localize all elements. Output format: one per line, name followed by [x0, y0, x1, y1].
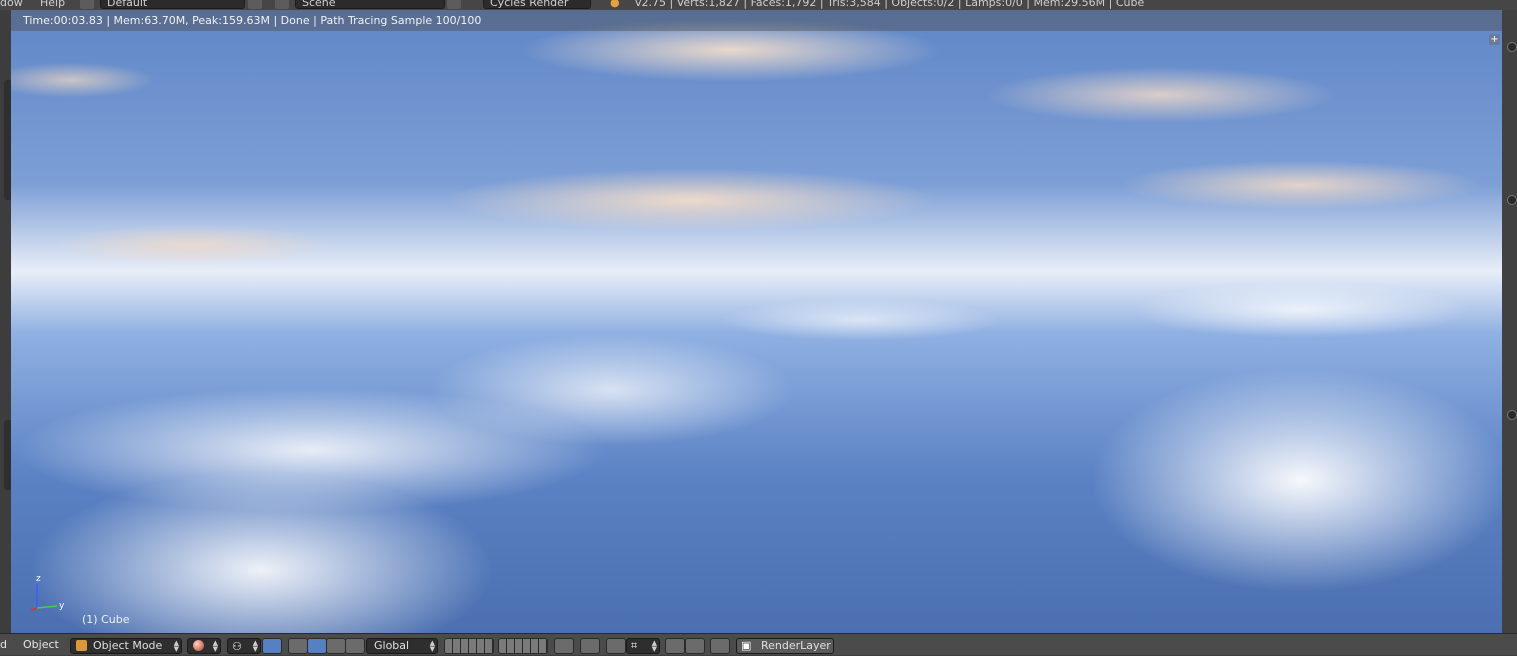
menu-add[interactable]: d: [0, 634, 7, 656]
axis-y-label: y: [59, 601, 65, 611]
axis-z-label: z: [36, 574, 41, 584]
snap-grid-icon: ⌗: [631, 639, 638, 652]
mode-label: Object Mode: [93, 639, 163, 652]
mode-dropdown[interactable]: Object Mode ▲ ▼: [70, 638, 182, 654]
transform-orientation-dropdown[interactable]: Global ▲ ▼: [366, 638, 438, 654]
render-layer-icon: ▣: [741, 639, 752, 652]
menu-help[interactable]: Help: [40, 0, 65, 10]
snap-element-dropdown[interactable]: ⌗ ▲ ▼: [626, 638, 660, 654]
render-engine-dropdown[interactable]: Cycles Render: [483, 0, 591, 9]
screen-layout-field[interactable]: Default: [100, 0, 245, 9]
updown-arrows-icon: ▲ ▼: [212, 639, 218, 653]
info-header: dow Help Default Scene Cycles Render ● v…: [0, 0, 1517, 10]
blender-logo-icon: ●: [610, 0, 620, 9]
render-still-icon[interactable]: [665, 638, 685, 654]
3d-view-header: d Object Object Mode ▲ ▼ ▲ ▼ ⚇ ▲ ▼ Global ▲…: [0, 633, 1517, 655]
scene-icon[interactable]: [275, 0, 289, 9]
updown-arrows-icon: ▲ ▼: [651, 639, 657, 653]
menu-object[interactable]: Object: [23, 634, 59, 656]
render-stats-overlay: Time:00:03.83 | Mem:63.70M, Peak:159.63M…: [11, 10, 1502, 31]
layer-buttons-group-2[interactable]: [498, 638, 548, 654]
x-axis-line: [31, 607, 38, 611]
shading-sphere-icon: [193, 640, 204, 651]
region-handle-icon[interactable]: [1507, 195, 1517, 205]
viewport-shading-dropdown[interactable]: ▲ ▼: [187, 638, 221, 654]
axis-gizmo-icon: z y: [31, 574, 65, 611]
rotate-manipulator-icon[interactable]: [307, 638, 327, 654]
screen-layout-icon[interactable]: [80, 0, 94, 9]
orientation-icon[interactable]: [345, 638, 365, 654]
toolshelf-tab-lower[interactable]: [4, 420, 11, 490]
translate-manipulator-icon[interactable]: [288, 638, 308, 654]
toolshelf-tab[interactable]: [4, 80, 11, 200]
updown-arrows-icon: ▲ ▼: [252, 639, 258, 653]
menu-window[interactable]: dow: [0, 0, 23, 10]
lock-layers-icon[interactable]: [554, 638, 574, 654]
pivot-icon: ⚇: [232, 640, 242, 653]
active-object-label: (1) Cube: [82, 613, 130, 626]
close-scene-icon[interactable]: [447, 0, 461, 9]
pause-render-icon[interactable]: [710, 638, 730, 654]
close-layout-icon[interactable]: [248, 0, 262, 9]
scene-field[interactable]: Scene: [295, 0, 445, 9]
cube-icon: [76, 640, 87, 651]
orientation-label: Global: [374, 639, 410, 652]
pivot-point-dropdown[interactable]: ⚇ ▲ ▼: [227, 638, 261, 654]
collapse-icon[interactable]: [1507, 42, 1517, 52]
updown-arrows-icon: ▲ ▼: [429, 639, 435, 653]
scale-manipulator-icon[interactable]: [326, 638, 346, 654]
y-axis-line: [36, 605, 58, 609]
3d-viewport-render[interactable]: Time:00:03.83 | Mem:63.70M, Peak:159.63M…: [11, 10, 1502, 633]
snap-toggle-icon[interactable]: [606, 638, 626, 654]
render-layer-field[interactable]: ▣ RenderLayer: [736, 638, 834, 654]
properties-toggle-button[interactable]: +: [1489, 34, 1500, 45]
proportional-edit-icon[interactable]: [580, 638, 600, 654]
properties-edge[interactable]: [1502, 10, 1517, 633]
manipulator-toggle-button[interactable]: [262, 638, 282, 654]
toolshelf-edge[interactable]: [0, 10, 11, 633]
updown-arrows-icon: ▲ ▼: [173, 639, 179, 653]
render-layer-label: RenderLayer: [761, 639, 831, 652]
render-animation-icon[interactable]: [685, 638, 705, 654]
region-handle-icon-2[interactable]: [1507, 410, 1517, 420]
layer-buttons-group-1[interactable]: [444, 638, 494, 654]
scene-stats: v2.75 | Verts:1,827 | Faces:1,792 | Tris…: [635, 0, 1145, 9]
